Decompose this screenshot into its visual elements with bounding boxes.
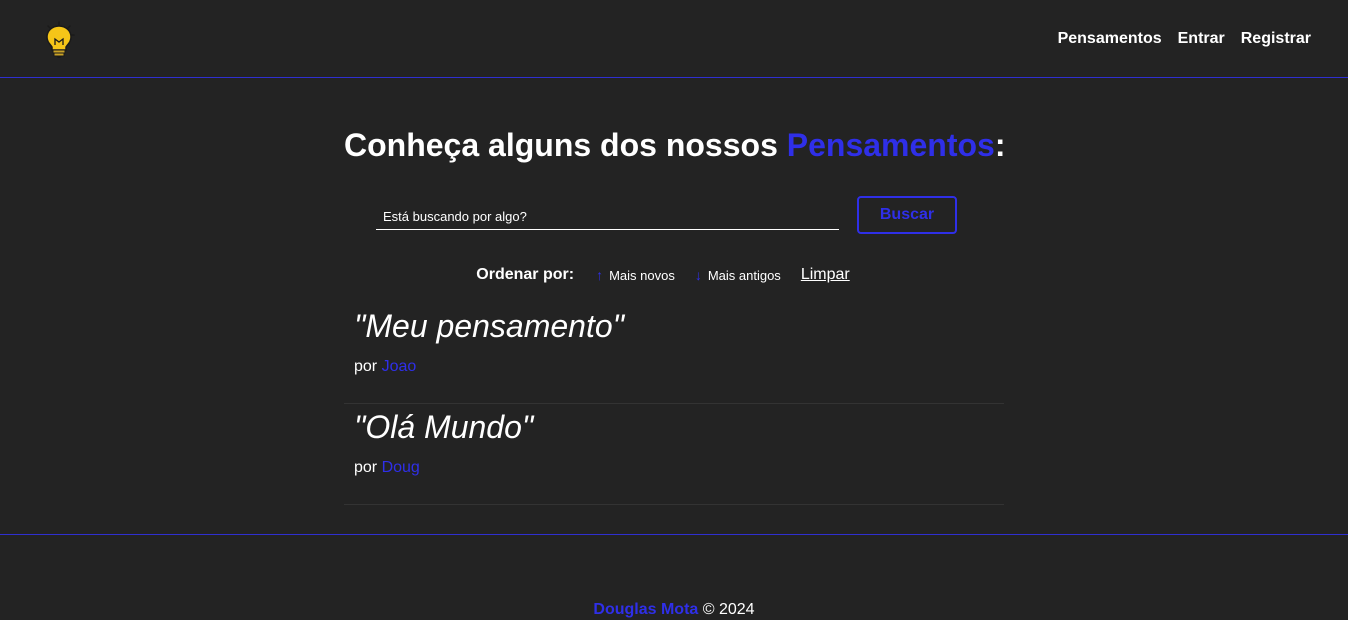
- page-title-suffix: :: [994, 127, 1006, 163]
- page-title-prefix: Conheça alguns dos nossos: [344, 127, 787, 163]
- footer-text: Douglas Mota © 2024: [0, 600, 1348, 620]
- thought-card: "Olá Mundo" por Doug: [344, 405, 1004, 505]
- search-button[interactable]: Buscar: [857, 196, 957, 234]
- footer-author: Douglas Mota: [593, 601, 699, 618]
- search-input[interactable]: [376, 204, 839, 230]
- clear-filter-link[interactable]: Limpar: [801, 266, 850, 284]
- footer: Douglas Mota © 2024: [0, 534, 1348, 618]
- author-link[interactable]: Doug: [382, 459, 420, 476]
- search-form: Buscar: [376, 196, 957, 234]
- thought-author-prefix: por: [354, 358, 382, 375]
- thought-text: "Meu pensamento": [354, 308, 624, 344]
- arrow-up-icon: ↑: [596, 267, 604, 283]
- order-oldest-button[interactable]: ↓ Mais antigos: [695, 267, 781, 283]
- order-oldest-label: Mais antigos: [707, 267, 781, 283]
- page-title: Conheça alguns dos nossos Pensamentos:: [344, 126, 1006, 164]
- thought-text: "Olá Mundo": [354, 409, 534, 445]
- arrow-down-icon: ↓: [694, 267, 702, 283]
- thought-author-prefix: por: [354, 459, 382, 476]
- thoughts-list: "Meu pensamento" por Joao "Olá Mundo" po…: [344, 304, 1004, 506]
- order-label: Ordenar por:: [476, 266, 575, 283]
- nav-links: Pensamentos Entrar Registrar: [1058, 29, 1311, 49]
- thought-card: "Meu pensamento" por Joao: [344, 304, 1004, 404]
- page-title-highlight: Pensamentos: [786, 127, 995, 163]
- lightbulb-icon: [46, 21, 75, 58]
- footer-copyright: © 2024: [698, 601, 755, 618]
- thought-author: por Joao: [354, 357, 416, 377]
- nav-link-registrar[interactable]: Registrar: [1241, 29, 1311, 49]
- thought-author: por Doug: [354, 458, 420, 478]
- order-newest-button[interactable]: ↑ Mais novos: [596, 267, 675, 283]
- logo-link[interactable]: [42, 21, 76, 59]
- nav-link-pensamentos[interactable]: Pensamentos: [1058, 29, 1162, 49]
- author-link[interactable]: Joao: [382, 358, 417, 375]
- nav-link-entrar[interactable]: Entrar: [1178, 29, 1225, 49]
- order-newest-label: Mais novos: [609, 267, 675, 283]
- navbar: Pensamentos Entrar Registrar: [0, 0, 1348, 78]
- order-bar: Ordenar por: ↑ Mais novos ↓ Mais antigos…: [344, 264, 1004, 286]
